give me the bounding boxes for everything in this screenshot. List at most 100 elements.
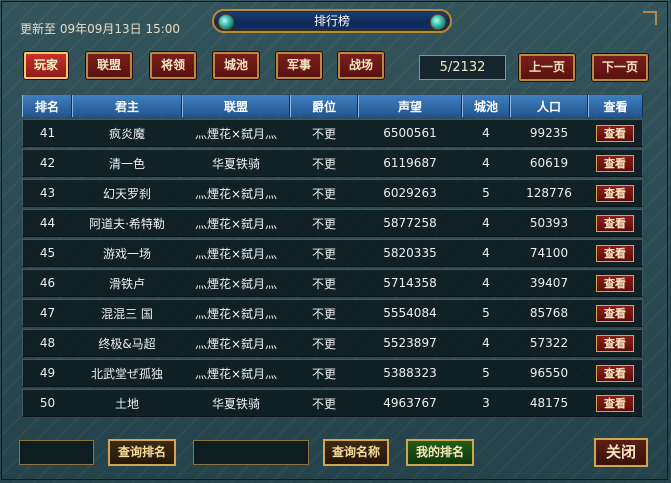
cell-prestige: 4963767 <box>358 389 462 417</box>
cell-population: 48175 <box>510 389 588 417</box>
cell-cities: 5 <box>462 359 510 387</box>
cell-alliance: 华夏铁骑 <box>182 389 290 417</box>
cell-view: 查看 <box>588 359 643 387</box>
cell-title: 不更 <box>290 119 358 147</box>
table-row: 47 混混三 国 灬煙花×弑月灬 不更 5554084 5 85768 查看 <box>22 299 643 327</box>
cell-rank: 50 <box>22 389 72 417</box>
cell-population: 96550 <box>510 359 588 387</box>
cell-view: 查看 <box>588 389 643 417</box>
tab-city[interactable]: 城池 <box>213 52 259 79</box>
view-button[interactable]: 查看 <box>596 304 634 322</box>
table-row: 41 疯炎魔 灬煙花×弑月灬 不更 6500561 4 99235 查看 <box>22 119 643 147</box>
cell-alliance: 华夏铁骑 <box>182 149 290 177</box>
tab-player[interactable]: 玩家 <box>24 52 68 79</box>
cell-view: 查看 <box>588 119 643 147</box>
cell-lord: 滑铁卢 <box>72 269 182 297</box>
cell-rank: 47 <box>22 299 72 327</box>
cell-prestige: 5523897 <box>358 329 462 357</box>
query-rank-button[interactable]: 查询排名 <box>108 439 176 466</box>
cell-population: 99235 <box>510 119 588 147</box>
name-input[interactable] <box>193 440 309 465</box>
table-row: 50 土地 华夏铁骑 不更 4963767 3 48175 查看 <box>22 389 643 417</box>
table-row: 46 滑铁卢 灬煙花×弑月灬 不更 5714358 4 39407 查看 <box>22 269 643 297</box>
header-prestige: 声望 <box>358 95 462 117</box>
cell-alliance: 灬煙花×弑月灬 <box>182 269 290 297</box>
cell-prestige: 5388323 <box>358 359 462 387</box>
table-row: 45 游戏一场 灬煙花×弑月灬 不更 5820335 4 74100 查看 <box>22 239 643 267</box>
view-button[interactable]: 查看 <box>596 184 634 202</box>
cell-prestige: 6500561 <box>358 119 462 147</box>
cell-population: 60619 <box>510 149 588 177</box>
query-name-button[interactable]: 查询名称 <box>323 439 389 466</box>
cell-population: 57322 <box>510 329 588 357</box>
cell-lord: 幻天罗刹 <box>72 179 182 207</box>
view-button[interactable]: 查看 <box>596 394 634 412</box>
cell-prestige: 6029263 <box>358 179 462 207</box>
cell-rank: 42 <box>22 149 72 177</box>
cell-rank: 43 <box>22 179 72 207</box>
cell-view: 查看 <box>588 269 643 297</box>
cell-rank: 49 <box>22 359 72 387</box>
header-lord: 君主 <box>72 95 182 117</box>
cell-population: 85768 <box>510 299 588 327</box>
cell-lord: 阿道夫·希特勒 <box>72 209 182 237</box>
cell-view: 查看 <box>588 299 643 327</box>
gem-icon <box>218 14 234 30</box>
close-button[interactable]: 关闭 <box>594 438 648 467</box>
cell-lord: 混混三 国 <box>72 299 182 327</box>
view-button[interactable]: 查看 <box>596 124 634 142</box>
cell-cities: 4 <box>462 329 510 357</box>
cell-title: 不更 <box>290 179 358 207</box>
tab-alliance[interactable]: 联盟 <box>86 52 132 79</box>
cell-lord: 疯炎魔 <box>72 119 182 147</box>
cell-population: 50393 <box>510 209 588 237</box>
table-row: 42 清一色 华夏铁骑 不更 6119687 4 60619 查看 <box>22 149 643 177</box>
cell-cities: 4 <box>462 149 510 177</box>
cell-lord: 终极&马超 <box>72 329 182 357</box>
cell-view: 查看 <box>588 209 643 237</box>
view-button[interactable]: 查看 <box>596 214 634 232</box>
cell-title: 不更 <box>290 329 358 357</box>
cell-alliance: 灬煙花×弑月灬 <box>182 329 290 357</box>
tab-battlefield[interactable]: 战场 <box>338 52 384 79</box>
cell-rank: 44 <box>22 209 72 237</box>
cell-prestige: 5714358 <box>358 269 462 297</box>
view-button[interactable]: 查看 <box>596 364 634 382</box>
cell-cities: 5 <box>462 179 510 207</box>
header-population: 人口 <box>510 95 588 117</box>
header-rank: 排名 <box>22 95 72 117</box>
view-button[interactable]: 查看 <box>596 244 634 262</box>
cell-population: 39407 <box>510 269 588 297</box>
corner-ornament-icon <box>643 11 657 25</box>
cell-population: 74100 <box>510 239 588 267</box>
view-button[interactable]: 查看 <box>596 154 634 172</box>
table-row: 43 幻天罗刹 灬煙花×弑月灬 不更 6029263 5 128776 查看 <box>22 179 643 207</box>
header-cities: 城池 <box>462 95 510 117</box>
cell-population: 128776 <box>510 179 588 207</box>
my-rank-button[interactable]: 我的排名 <box>406 439 474 466</box>
tab-general[interactable]: 将领 <box>150 52 196 79</box>
cell-title: 不更 <box>290 359 358 387</box>
cell-lord: 土地 <box>72 389 182 417</box>
cell-prestige: 5820335 <box>358 239 462 267</box>
update-time: 更新至 09年09月13日 15:00 <box>20 22 181 36</box>
next-page-button[interactable]: 下一页 <box>592 54 648 81</box>
cell-title: 不更 <box>290 239 358 267</box>
cell-alliance: 灬煙花×弑月灬 <box>182 119 290 147</box>
prev-page-button[interactable]: 上一页 <box>519 54 575 81</box>
rank-input[interactable] <box>19 440 94 465</box>
table-row: 44 阿道夫·希特勒 灬煙花×弑月灬 不更 5877258 4 50393 查看 <box>22 209 643 237</box>
cell-view: 查看 <box>588 329 643 357</box>
cell-view: 查看 <box>588 239 643 267</box>
view-button[interactable]: 查看 <box>596 334 634 352</box>
tab-military[interactable]: 军事 <box>276 52 322 79</box>
cell-title: 不更 <box>290 149 358 177</box>
title-bar: 排行榜 <box>212 9 452 33</box>
cell-prestige: 5554084 <box>358 299 462 327</box>
table-row: 48 终极&马超 灬煙花×弑月灬 不更 5523897 4 57322 查看 <box>22 329 643 357</box>
cell-prestige: 5877258 <box>358 209 462 237</box>
view-button[interactable]: 查看 <box>596 274 634 292</box>
cell-lord: 北武堂ぜ孤独 <box>72 359 182 387</box>
table-header-row: 排名 君主 联盟 爵位 声望 城池 人口 查看 <box>22 95 643 117</box>
cell-rank: 45 <box>22 239 72 267</box>
